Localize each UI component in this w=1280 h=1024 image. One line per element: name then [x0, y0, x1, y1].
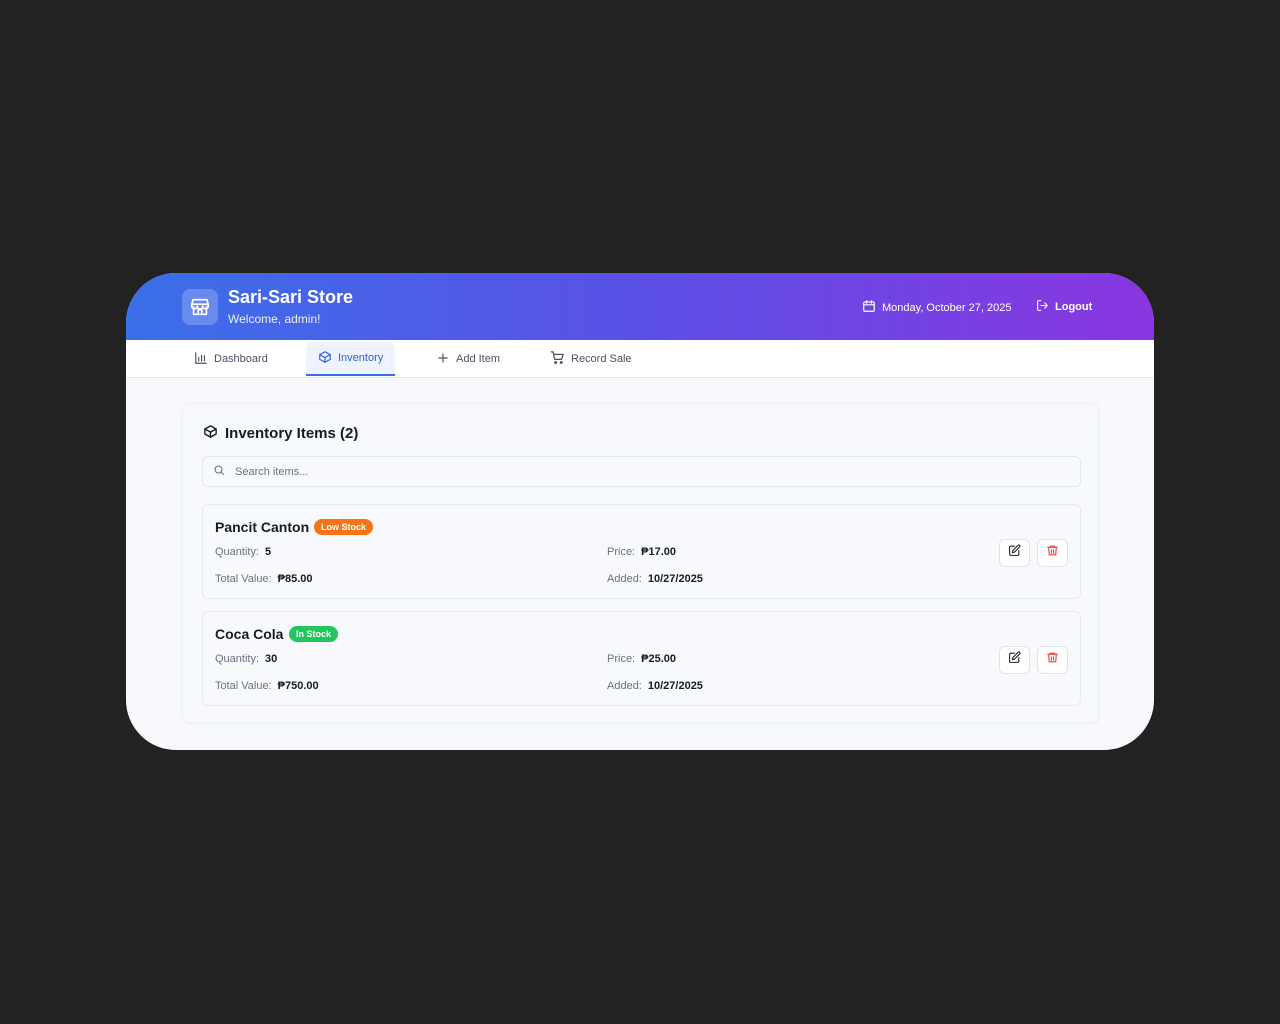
date-text: Monday, October 27, 2025	[882, 301, 1012, 314]
edit-button[interactable]	[999, 539, 1030, 567]
logout-label: Logout	[1055, 301, 1093, 313]
quantity-value: 5	[265, 546, 272, 558]
inventory-card: Inventory Items (2) Pancit Canton Low St…	[182, 403, 1099, 723]
total-value-label: Total Value:	[215, 680, 272, 692]
logout-button[interactable]: Logout	[1036, 299, 1092, 315]
inventory-item: Coca Cola In Stock Quantity: 30 Price: ₱25…	[202, 611, 1081, 706]
search-icon	[213, 463, 225, 481]
item-name: Coca Cola	[215, 626, 284, 642]
tab-dashboard[interactable]: Dashboard	[194, 342, 268, 376]
package-icon	[318, 350, 332, 367]
quantity-label: Quantity:	[215, 653, 260, 665]
added-label: Added:	[607, 573, 642, 585]
quantity-field: Quantity: 30	[215, 653, 277, 665]
search-box	[202, 456, 1081, 487]
price-label: Price:	[607, 546, 636, 558]
app-window: Sari-Sari Store Welcome, admin! Monday, …	[126, 273, 1154, 750]
total-value: ₱750.00	[277, 680, 319, 692]
quantity-field: Quantity: 5	[215, 546, 271, 558]
item-name: Pancit Canton	[215, 519, 310, 535]
cart-icon	[550, 350, 565, 368]
tab-label: Dashboard	[214, 353, 268, 365]
app-header: Sari-Sari Store Welcome, admin! Monday, …	[126, 273, 1154, 340]
added-field: Added: 10/27/2025	[607, 573, 703, 585]
delete-button[interactable]	[1037, 539, 1068, 567]
tab-record-sale[interactable]: Record Sale	[550, 342, 632, 376]
total-value: ₱85.00	[277, 573, 313, 585]
edit-button[interactable]	[999, 646, 1030, 674]
nav-tabs: Dashboard Inventory Add Item Record Sale	[126, 340, 1154, 378]
trash-icon	[1046, 651, 1059, 669]
delete-button[interactable]	[1037, 646, 1068, 674]
total-value-label: Total Value:	[215, 573, 272, 585]
price-field: Price: ₱25.00	[607, 653, 676, 665]
price-value: ₱25.00	[641, 653, 676, 665]
price-field: Price: ₱17.00	[607, 546, 676, 558]
edit-icon	[1008, 544, 1021, 562]
logout-icon	[1036, 299, 1049, 315]
total-value-field: Total Value: ₱85.00	[215, 573, 313, 585]
package-icon	[203, 424, 218, 443]
added-date: 10/27/2025	[647, 573, 703, 585]
inventory-title: Inventory Items (2)	[203, 424, 358, 443]
tab-label: Inventory	[338, 352, 384, 364]
total-value-field: Total Value: ₱750.00	[215, 680, 319, 692]
price-value: ₱17.00	[641, 546, 676, 558]
search-input[interactable]	[235, 465, 1075, 478]
inventory-item: Pancit Canton Low Stock Quantity: 5 Price…	[202, 504, 1081, 599]
trash-icon	[1046, 544, 1059, 562]
tab-inventory[interactable]: Inventory	[306, 342, 396, 376]
bar-chart-icon	[194, 351, 208, 368]
tab-label: Add Item	[456, 353, 501, 365]
calendar-icon	[862, 299, 876, 316]
store-icon	[182, 289, 218, 325]
added-date: 10/27/2025	[647, 680, 703, 692]
added-field: Added: 10/27/2025	[607, 680, 703, 692]
quantity-value: 30	[265, 653, 278, 665]
tab-add-item[interactable]: Add Item	[436, 342, 500, 376]
edit-icon	[1008, 651, 1021, 669]
tab-label: Record Sale	[571, 353, 632, 365]
price-label: Price:	[607, 653, 636, 665]
app-title: Sari-Sari Store	[228, 287, 354, 307]
stock-badge: In Stock	[289, 626, 339, 642]
stock-badge: Low Stock	[314, 519, 374, 535]
inventory-title-text: Inventory Items (2)	[225, 425, 359, 442]
quantity-label: Quantity:	[215, 546, 260, 558]
date-display: Monday, October 27, 2025	[862, 299, 1011, 316]
welcome-text: Welcome, admin!	[228, 312, 321, 326]
added-label: Added:	[607, 680, 642, 692]
plus-icon	[436, 351, 450, 368]
